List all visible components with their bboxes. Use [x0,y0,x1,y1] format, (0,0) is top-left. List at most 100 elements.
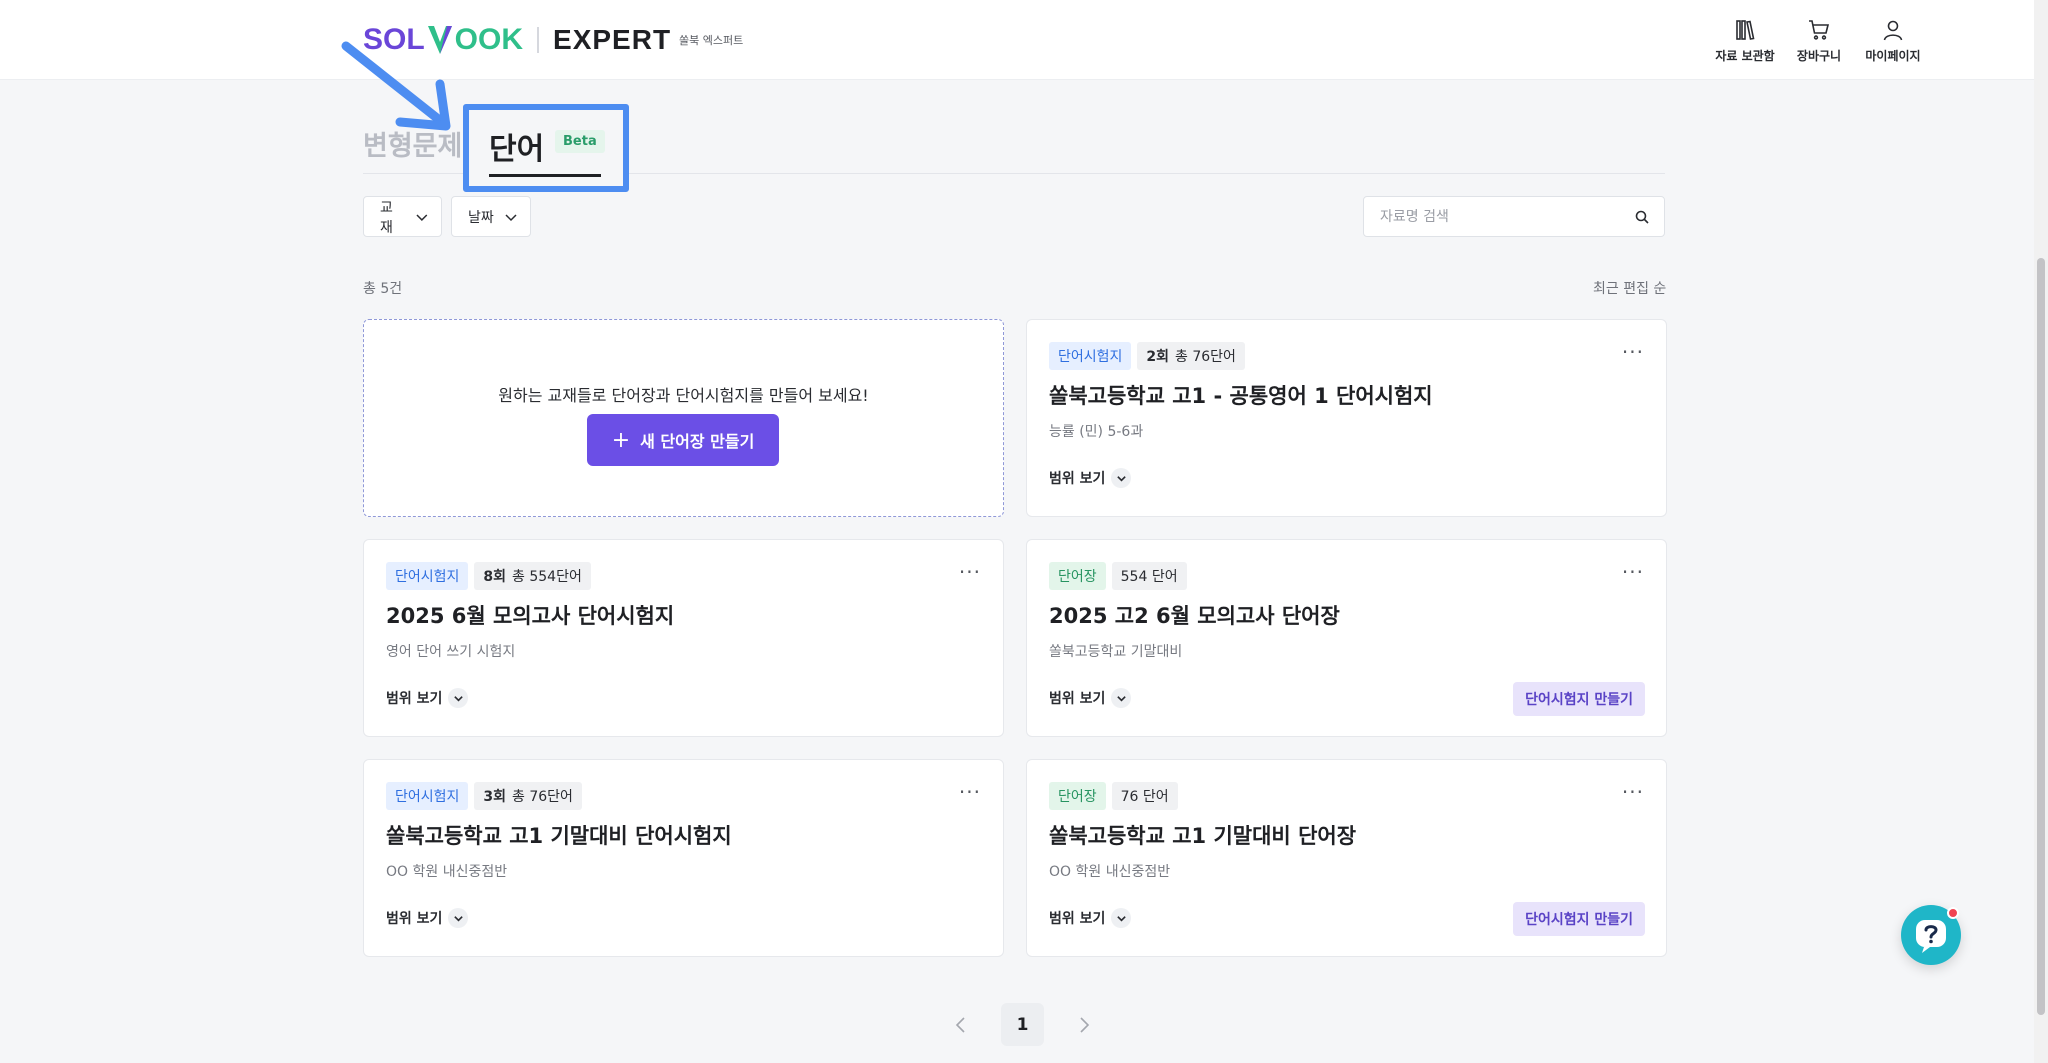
chevron-down-icon [1111,908,1132,928]
word-card[interactable]: 단어장 76 단어 ··· 쏠북고등학교 고1 기말대비 단어장 OO 학원 내… [1026,759,1667,957]
meta-badge: 3회 총 76단어 [474,782,582,810]
new-wordbook-text: 원하는 교재들로 단어장과 단어시험지를 만들어 보세요! [498,386,869,405]
word-card[interactable]: 단어시험지 8회 총 554단어 ··· 2025 6월 모의고사 단어시험지 영… [363,539,1004,737]
chevron-down-icon [448,908,469,928]
card-badges: 단어시험지 3회 총 76단어 [386,782,582,810]
chevron-right-icon[interactable] [1074,1015,1094,1035]
notification-dot [1947,907,1959,919]
round-count: 3회 [483,789,507,805]
meta-badge: 554 단어 [1111,562,1187,590]
card-title: 쏠북고등학교 고1 - 공통영어 1 단어시험지 [1049,384,1433,408]
range-toggle[interactable]: 범위 보기 [1049,468,1132,488]
chevron-left-icon[interactable] [951,1015,971,1035]
range-toggle[interactable]: 범위 보기 [386,688,469,708]
range-toggle[interactable]: 범위 보기 [1049,908,1132,928]
card-subtitle: OO 학원 내신중점반 [1049,864,1171,880]
range-label: 범위 보기 [386,911,443,927]
mypage-button[interactable]: 마이페이지 [1864,18,1922,64]
word-count: 총 76단어 [1175,349,1236,365]
more-menu-icon[interactable]: ··· [1622,780,1644,804]
help-question-icon [1916,920,1946,953]
card-title: 2025 고2 6월 모의고사 단어장 [1049,604,1340,628]
plus-icon: + [611,427,631,453]
range-toggle[interactable]: 범위 보기 [1049,688,1132,708]
card-subtitle: 영어 단어 쓰기 시험지 [386,644,516,660]
search-input[interactable] [1380,208,1634,225]
card-subtitle: 쏠북고등학교 기말대비 [1049,644,1183,660]
meta-badge: 2회 총 76단어 [1137,342,1245,370]
word-card[interactable]: 단어시험지 2회 총 76단어 ··· 쏠북고등학교 고1 - 공통영어 1 단어… [1026,319,1667,517]
tab-word-highlight[interactable]: 단어 Beta [463,104,629,192]
scrollbar-thumb[interactable] [2037,258,2045,1015]
range-toggle[interactable]: 범위 보기 [386,908,469,928]
date-filter-label: 날짜 [468,209,494,226]
card-subtitle: OO 학원 내신중점반 [386,864,508,880]
chevron-down-icon [1111,468,1132,488]
range-label: 범위 보기 [1049,471,1106,487]
card-badges: 단어장 554 단어 [1049,562,1187,590]
active-tab-underline [489,174,601,177]
type-badge: 단어시험지 [1049,342,1132,370]
annotation-arrow-icon [341,41,451,131]
word-count: 총 76단어 [512,789,573,805]
card-title: 쏠북고등학교 고1 기말대비 단어장 [1049,824,1357,848]
total-count: 총 5건 [363,281,403,297]
round-count: 8회 [483,569,507,585]
type-badge: 단어장 [1049,782,1106,810]
card-subtitle: 능률 (민) 5-6과 [1049,424,1144,440]
pagination: 1 [951,1003,1094,1046]
word-card[interactable]: 단어시험지 3회 총 76단어 ··· 쏠북고등학교 고1 기말대비 단어시험지 … [363,759,1004,957]
meta-badge: 76 단어 [1111,782,1178,810]
user-icon [1883,20,1903,41]
card-title: 쏠북고등학교 고1 기말대비 단어시험지 [386,824,732,848]
help-chat-button[interactable] [1901,905,1961,965]
sort-option[interactable]: 최근 편집 순 [1593,278,1666,298]
logo-divider [537,27,540,53]
more-menu-icon[interactable]: ··· [959,780,981,804]
type-badge: 단어시험지 [386,562,469,590]
library-label: 자료 보관함 [1715,49,1775,63]
range-label: 범위 보기 [1049,911,1106,927]
more-menu-icon[interactable]: ··· [959,560,981,584]
word-count: 총 554단어 [512,569,582,585]
chevron-down-icon [505,213,517,221]
make-test-button[interactable]: 단어시험지 만들기 [1513,902,1645,936]
date-filter[interactable]: 날짜 [451,196,531,237]
page-button-current[interactable]: 1 [1001,1003,1044,1046]
tab-bar: 변형문제 단어 Beta [363,104,1665,192]
type-badge: 단어시험지 [386,782,469,810]
library-button[interactable]: 자료 보관함 [1715,18,1775,64]
textbook-filter-label: 교재 [380,199,393,236]
more-menu-icon[interactable]: ··· [1622,560,1644,584]
beta-badge: Beta [555,130,605,153]
cart-icon [1809,20,1830,40]
new-wordbook-card: 원하는 교재들로 단어장과 단어시험지를 만들어 보세요! + 새 단어장 만들… [363,319,1004,517]
new-wordbook-button-label: 새 단어장 만들기 [640,432,755,451]
search-icon[interactable] [1634,209,1650,225]
range-label: 범위 보기 [1049,691,1106,707]
card-badges: 단어장 76 단어 [1049,782,1178,810]
word-count: 554 단어 [1120,569,1178,585]
new-wordbook-button[interactable]: + 새 단어장 만들기 [587,414,779,466]
more-menu-icon[interactable]: ··· [1622,340,1644,364]
word-card[interactable]: 단어장 554 단어 ··· 2025 고2 6월 모의고사 단어장 쏠북고등학… [1026,539,1667,737]
cart-button[interactable]: 장바구니 [1790,18,1848,64]
card-title: 2025 6월 모의고사 단어시험지 [386,604,675,628]
chevron-down-icon [416,214,428,221]
page-scrollbar[interactable] [2034,0,2048,1063]
top-header: SOL OOK EXPERT 쏠북 엑스퍼트 자료 보관함 장바구니 마이페이지 [0,0,2034,80]
cart-label: 장바구니 [1796,49,1842,63]
logo-ook-text: OOK [454,23,524,56]
search-box [1363,196,1665,237]
card-badges: 단어시험지 2회 총 76단어 [1049,342,1245,370]
tab-word: 단어 [489,132,545,167]
books-icon [1736,20,1755,40]
textbook-filter[interactable]: 교재 [363,196,442,237]
make-test-button[interactable]: 단어시험지 만들기 [1513,682,1645,716]
logo-expert-text: EXPERT [553,24,672,55]
type-badge: 단어장 [1049,562,1106,590]
round-count: 2회 [1146,349,1170,365]
logo-subtitle: 쏠북 엑스퍼트 [679,34,744,47]
chevron-down-icon [448,688,469,708]
header-actions: 자료 보관함 장바구니 마이페이지 [1715,18,1922,64]
